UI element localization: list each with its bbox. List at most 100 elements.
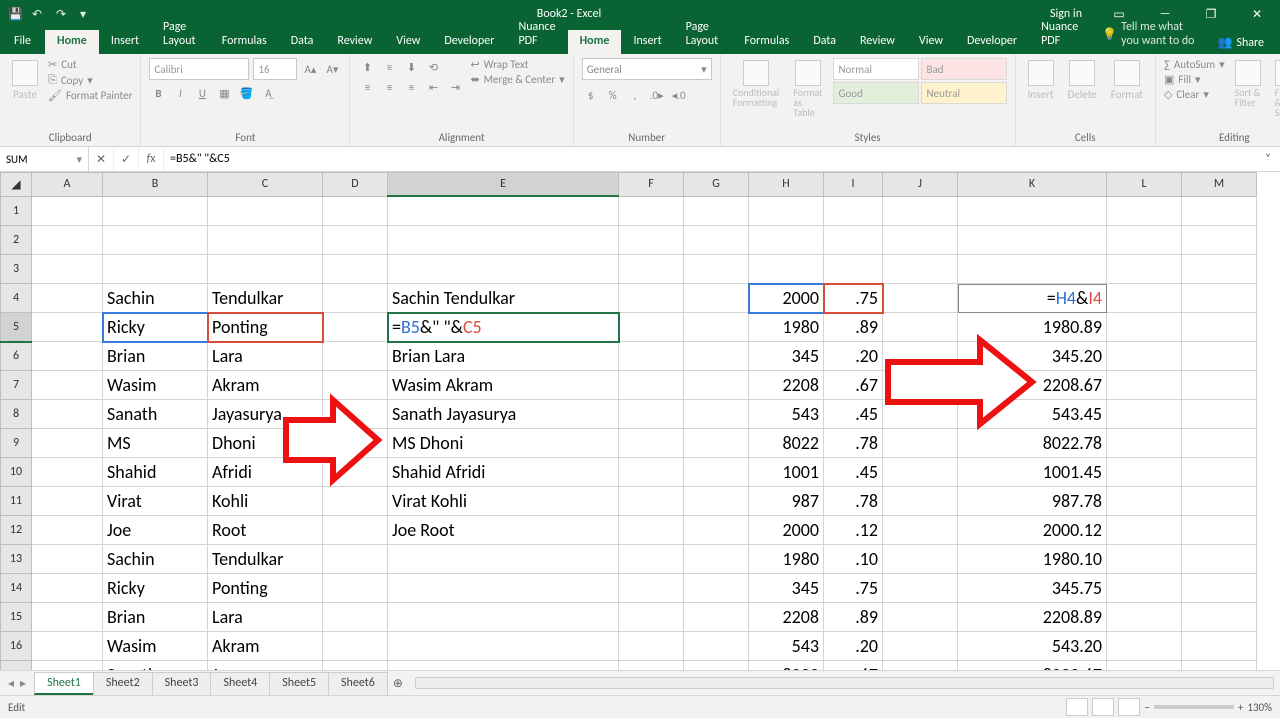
orientation-icon[interactable]: ⟲ (424, 58, 442, 76)
cell-F11[interactable] (619, 487, 684, 516)
cell-J9[interactable] (883, 429, 958, 458)
italic-button[interactable]: I (171, 84, 189, 102)
cell-E16[interactable] (388, 632, 619, 661)
view-normal-icon[interactable] (1066, 698, 1088, 716)
cell-K1[interactable] (958, 196, 1107, 226)
cell-D14[interactable] (323, 574, 388, 603)
cell-A1[interactable] (32, 196, 103, 226)
cell-J4[interactable] (883, 284, 958, 313)
cell-A12[interactable] (32, 516, 103, 545)
cell-J16[interactable] (883, 632, 958, 661)
cell-C7[interactable]: Akram (208, 371, 323, 400)
row-header-17[interactable]: 17 (1, 661, 32, 671)
number-format-combo[interactable]: General▾ (582, 58, 712, 80)
tab-developer[interactable]: Developer (432, 30, 506, 54)
cell-K13[interactable]: 1980.10 (958, 545, 1107, 574)
cell-K12[interactable]: 2000.12 (958, 516, 1107, 545)
cell-M9[interactable] (1182, 429, 1257, 458)
row-header-10[interactable]: 10 (1, 458, 32, 487)
cell-G4[interactable] (684, 284, 749, 313)
cell-D11[interactable] (323, 487, 388, 516)
redo-icon[interactable]: ↷ (56, 7, 70, 21)
cell-H7[interactable]: 2208 (749, 371, 824, 400)
col-header-J[interactable]: J (883, 173, 958, 197)
align-bottom-icon[interactable]: ⬇ (402, 58, 420, 76)
tab-view[interactable]: View (907, 30, 955, 54)
format-painter-button[interactable]: 🖌 Format Painter (48, 89, 132, 102)
cell-A5[interactable] (32, 313, 103, 342)
cell-M12[interactable] (1182, 516, 1257, 545)
cell-L3[interactable] (1107, 255, 1182, 284)
cell-E9[interactable]: MS Dhoni (388, 429, 619, 458)
cell-M8[interactable] (1182, 400, 1257, 429)
cell-E13[interactable] (388, 545, 619, 574)
cell-F13[interactable] (619, 545, 684, 574)
cell-E15[interactable] (388, 603, 619, 632)
cell-G13[interactable] (684, 545, 749, 574)
cell-G15[interactable] (684, 603, 749, 632)
col-header-L[interactable]: L (1107, 173, 1182, 197)
cell-I2[interactable] (824, 226, 883, 255)
cell-E5[interactable]: =B5&" "&C5 (388, 313, 619, 342)
cell-M13[interactable] (1182, 545, 1257, 574)
zoom-out-button[interactable]: − (1144, 701, 1149, 714)
undo-icon[interactable]: ↶ (32, 7, 46, 21)
col-header-E[interactable]: E (388, 173, 619, 197)
cell-C12[interactable]: Root (208, 516, 323, 545)
cell-G6[interactable] (684, 342, 749, 371)
cell-K7[interactable]: 2208.67 (958, 371, 1107, 400)
cell-K11[interactable]: 987.78 (958, 487, 1107, 516)
sheet-tab-sheet1[interactable]: Sheet1 (34, 672, 94, 695)
indent-inc-icon[interactable]: ⇥ (446, 78, 464, 96)
col-header-I[interactable]: I (824, 173, 883, 197)
row-header-7[interactable]: 7 (1, 371, 32, 400)
cell-C16[interactable]: Akram (208, 632, 323, 661)
cell-D13[interactable] (323, 545, 388, 574)
sheet-nav-next-icon[interactable]: ▸ (20, 676, 26, 691)
cell-J12[interactable] (883, 516, 958, 545)
cell-K4[interactable]: =H4&I4 (958, 284, 1107, 313)
cell-A13[interactable] (32, 545, 103, 574)
cell-C11[interactable]: Kohli (208, 487, 323, 516)
cell-C17[interactable]: Jayasurya (208, 661, 323, 671)
cell-I16[interactable]: .20 (824, 632, 883, 661)
cell-D15[interactable] (323, 603, 388, 632)
cell-H8[interactable]: 543 (749, 400, 824, 429)
cell-F6[interactable] (619, 342, 684, 371)
align-left-icon[interactable]: ≡ (358, 78, 376, 96)
cell-J14[interactable] (883, 574, 958, 603)
cell-H11[interactable]: 987 (749, 487, 824, 516)
cell-F17[interactable] (619, 661, 684, 671)
col-header-B[interactable]: B (103, 173, 208, 197)
cell-G2[interactable] (684, 226, 749, 255)
cell-K5[interactable]: 1980.89 (958, 313, 1107, 342)
cell-K2[interactable] (958, 226, 1107, 255)
cell-D9[interactable] (323, 429, 388, 458)
underline-button[interactable]: U (193, 84, 211, 102)
style-normal[interactable]: Normal (833, 58, 919, 80)
cell-M5[interactable] (1182, 313, 1257, 342)
clear-button[interactable]: ◇ Clear ▾ (1164, 88, 1225, 101)
font-name-combo[interactable]: Calibri (149, 58, 249, 80)
horizontal-scrollbar[interactable] (415, 677, 1274, 689)
zoom-slider[interactable] (1154, 705, 1234, 709)
row-header-12[interactable]: 12 (1, 516, 32, 545)
cell-B10[interactable]: Shahid (103, 458, 208, 487)
cell-F8[interactable] (619, 400, 684, 429)
cell-A17[interactable] (32, 661, 103, 671)
row-header-14[interactable]: 14 (1, 574, 32, 603)
cell-L1[interactable] (1107, 196, 1182, 226)
style-neutral[interactable]: Neutral (921, 82, 1007, 104)
font-color-button[interactable]: A̲ (259, 84, 277, 102)
cell-B14[interactable]: Ricky (103, 574, 208, 603)
cell-H1[interactable] (749, 196, 824, 226)
cell-E10[interactable]: Shahid Afridi (388, 458, 619, 487)
cell-C3[interactable] (208, 255, 323, 284)
cell-G16[interactable] (684, 632, 749, 661)
cell-J3[interactable] (883, 255, 958, 284)
cell-A10[interactable] (32, 458, 103, 487)
cell-K15[interactable]: 2208.89 (958, 603, 1107, 632)
cell-H10[interactable]: 1001 (749, 458, 824, 487)
tab-formulas[interactable]: Formulas (732, 30, 801, 54)
select-all-corner[interactable]: ◢ (1, 173, 32, 197)
